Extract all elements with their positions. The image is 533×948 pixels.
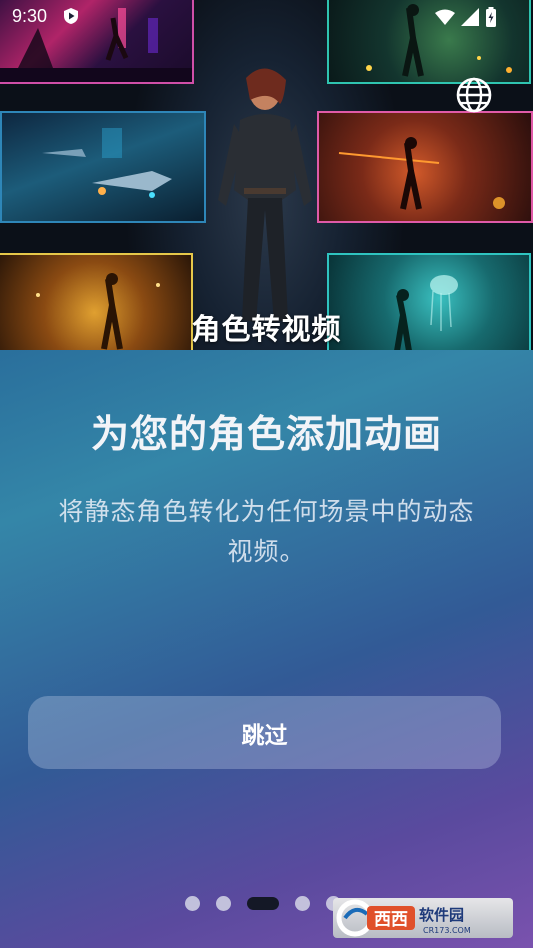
watermark-logo: 西西 软件园 CR173.COM (333, 898, 513, 938)
page-dot[interactable] (295, 895, 310, 911)
skip-button[interactable]: 跳过 (28, 696, 501, 769)
onboarding-title: 为您的角色添加动画 (90, 412, 442, 456)
app-screen: 角色转视频 9:30 为您的角色添加动画 将静态角色转化为任何场景中的动态视频。… (0, 0, 533, 948)
hero-caption: 角色转视频 (191, 312, 342, 346)
onboarding-description: 将静态角色转化为任何场景中的动态视频。 (58, 497, 475, 566)
svg-text:软件园: 软件园 (419, 906, 464, 924)
shield-play-icon (64, 8, 78, 24)
collage-tile-spaceship (0, 111, 206, 223)
onboarding-panel: 为您的角色添加动画 将静态角色转化为任何场景中的动态视频。 跳过 (0, 350, 533, 948)
page-indicator (185, 895, 341, 911)
svg-text:CR173.COM: CR173.COM (423, 926, 471, 935)
battery-charging-icon (486, 7, 496, 27)
status-icons (435, 7, 497, 27)
collage-tile-fire-ruins (317, 111, 533, 223)
status-bar: 9:30 (0, 0, 533, 36)
page-dot-active[interactable] (247, 896, 279, 910)
hero-collage: 角色转视频 (0, 0, 533, 350)
page-dot[interactable] (185, 895, 200, 911)
status-time: 9:30 (12, 6, 48, 26)
globe-icon (456, 77, 492, 113)
wifi-icon (435, 9, 455, 25)
page-dot[interactable] (216, 895, 231, 911)
language-button[interactable] (454, 75, 494, 115)
hero-character (210, 60, 320, 330)
cellular-icon (461, 8, 479, 26)
svg-text:西西: 西西 (374, 910, 408, 930)
